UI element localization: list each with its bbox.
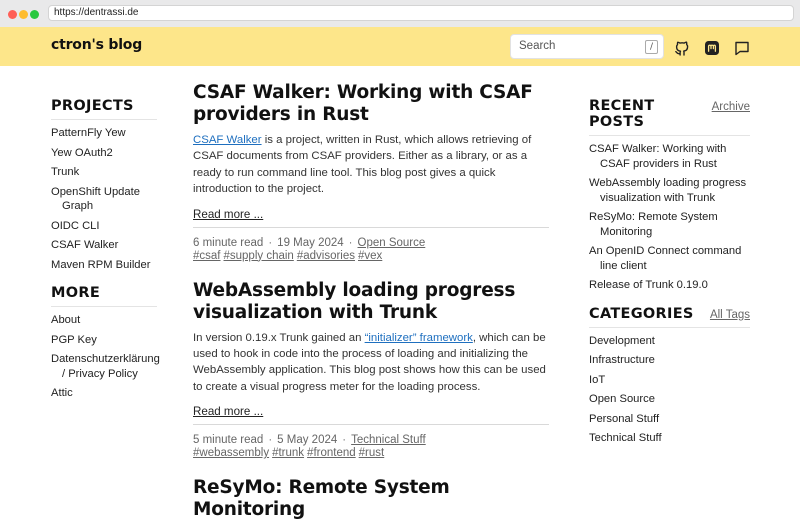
github-icon[interactable]	[674, 40, 690, 56]
project-link[interactable]: Trunk	[51, 165, 157, 180]
browser-chrome: https://dentrassi.de	[0, 0, 800, 27]
minimize-window-button[interactable]	[19, 10, 28, 19]
recent-post-link[interactable]: ReSyMo: Remote System Monitoring	[589, 210, 750, 239]
category-link[interactable]: Technical Stuff	[351, 434, 426, 446]
tag-link[interactable]: #advisories	[297, 250, 355, 262]
recent-posts-header: RECENT POSTS Archive	[589, 98, 750, 130]
divider	[51, 119, 157, 120]
categories-header: CATEGORIES All Tags	[589, 306, 750, 322]
chat-icon[interactable]	[734, 40, 750, 56]
post-title[interactable]: CSAF Walker: Working with CSAF providers…	[193, 82, 549, 126]
more-link[interactable]: PGP Key	[51, 333, 157, 348]
read-time: 6 minute read	[193, 236, 264, 249]
projects-heading: PROJECTS	[51, 98, 134, 114]
tag-link[interactable]: #rust	[359, 447, 385, 459]
tag-link[interactable]: #trunk	[272, 447, 304, 459]
divider	[589, 326, 750, 328]
close-window-button[interactable]	[8, 10, 17, 19]
category-link[interactable]: Technical Stuff	[589, 431, 750, 446]
more-link[interactable]: Datenschutzerklärung / Privacy Policy	[51, 352, 160, 381]
post-title[interactable]: WebAssembly loading progress visualizati…	[193, 280, 549, 324]
post-list: CSAF Walker: Working with CSAF providers…	[193, 66, 549, 521]
post-card: WebAssembly loading progress visualizati…	[193, 280, 549, 459]
post-meta: 6 minute read · 19 May 2024 · Open Source	[193, 236, 426, 249]
tag-link[interactable]: #frontend	[307, 447, 356, 459]
project-link[interactable]: CSAF Walker	[51, 238, 157, 253]
site-header: ctron's blog Search /	[0, 27, 800, 66]
post-date: 5 May 2024	[277, 434, 338, 447]
tag-link[interactable]: #webassembly	[193, 447, 269, 459]
divider	[589, 135, 750, 136]
read-time: 5 minute read	[193, 434, 264, 447]
project-link[interactable]: PatternFly Yew	[51, 126, 157, 141]
post-title[interactable]: ReSyMo: Remote System Monitoring	[193, 477, 549, 521]
right-sidebar: RECENT POSTS Archive CSAF Walker: Workin…	[589, 66, 750, 451]
search-input[interactable]: Search /	[510, 34, 664, 59]
all-tags-link[interactable]: All Tags	[710, 309, 750, 321]
recent-post-link[interactable]: CSAF Walker: Working with CSAF providers…	[589, 142, 750, 171]
post-tags: #csaf #supply chain #advisories #vex	[193, 250, 549, 262]
recent-posts-heading: RECENT POSTS	[589, 98, 655, 130]
search-placeholder: Search	[519, 40, 556, 52]
post-card: ReSyMo: Remote System Monitoring	[193, 477, 549, 521]
categories-heading: CATEGORIES	[589, 305, 694, 322]
project-link[interactable]: Yew OAuth2	[51, 146, 157, 161]
more-link[interactable]: About	[51, 313, 157, 328]
category-link[interactable]: Infrastructure	[589, 353, 750, 368]
more-link[interactable]: Attic	[51, 386, 157, 401]
maximize-window-button[interactable]	[30, 10, 39, 19]
excerpt-link[interactable]: CSAF Walker	[193, 134, 262, 146]
project-link[interactable]: OpenShift Update Graph	[51, 185, 157, 214]
page-body: PROJECTS PatternFly Yew Yew OAuth2 Trunk…	[0, 66, 800, 528]
post-excerpt: CSAF Walker is a project, written in Rus…	[193, 134, 532, 196]
divider	[51, 306, 157, 307]
post-tags: #webassembly #trunk #frontend #rust	[193, 447, 549, 459]
archive-link[interactable]: Archive	[712, 101, 750, 113]
category-link[interactable]: Open Source	[358, 237, 426, 249]
category-link[interactable]: Open Source	[589, 392, 750, 407]
divider	[193, 424, 549, 426]
recent-post-link[interactable]: WebAssembly loading progress visualizati…	[589, 176, 750, 205]
project-link[interactable]: Maven RPM Builder	[51, 258, 157, 273]
search-shortcut-key: /	[645, 40, 658, 54]
project-link[interactable]: OIDC CLI	[51, 219, 157, 234]
excerpt-link[interactable]: “initializer” framework	[365, 332, 473, 344]
post-date: 19 May 2024	[277, 236, 344, 249]
more-heading: MORE	[51, 285, 101, 301]
left-sidebar: PROJECTS PatternFly Yew Yew OAuth2 Trunk…	[51, 66, 160, 406]
category-link[interactable]: IoT	[589, 373, 750, 388]
category-link[interactable]: Development	[589, 334, 750, 349]
recent-post-link[interactable]: Release of Trunk 0.19.0	[589, 278, 750, 293]
mastodon-icon[interactable]	[704, 40, 720, 56]
tag-link[interactable]: #supply chain	[224, 250, 294, 262]
post-meta: 5 minute read · 5 May 2024 · Technical Stuff	[193, 434, 426, 447]
tag-link[interactable]: #vex	[358, 250, 382, 262]
read-more-link[interactable]: Read more ...	[193, 405, 263, 418]
read-more-link[interactable]: Read more ...	[193, 208, 263, 221]
divider	[193, 226, 549, 228]
address-bar[interactable]: https://dentrassi.de	[48, 5, 794, 21]
recent-post-link[interactable]: An OpenID Connect command line client	[589, 244, 750, 273]
post-excerpt: In version 0.19.x Trunk gained an “initi…	[193, 331, 546, 393]
category-link[interactable]: Personal Stuff	[589, 412, 750, 427]
site-title[interactable]: ctron's blog	[51, 37, 142, 53]
tag-link[interactable]: #csaf	[193, 250, 221, 262]
post-card: CSAF Walker: Working with CSAF providers…	[193, 82, 549, 262]
